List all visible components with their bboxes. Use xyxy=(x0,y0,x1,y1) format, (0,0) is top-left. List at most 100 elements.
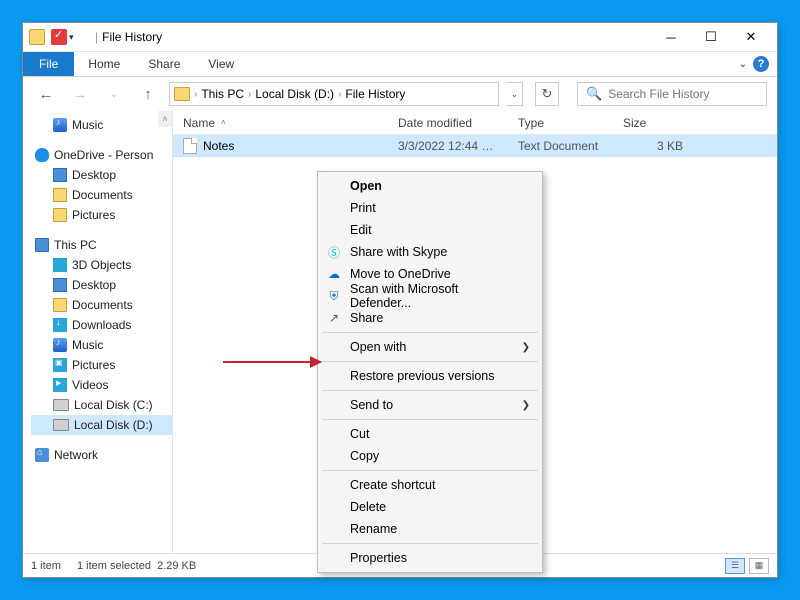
tree-item-pictures[interactable]: Pictures xyxy=(31,355,172,375)
ctx-print[interactable]: Print xyxy=(320,197,540,219)
col-date[interactable]: Date modified xyxy=(388,116,508,130)
tree-label: Desktop xyxy=(72,168,116,182)
search-input[interactable]: 🔍 Search File History xyxy=(577,82,767,106)
music-icon xyxy=(53,118,67,132)
title-bar: ▾ |File History ─ ☐ ✕ xyxy=(23,23,777,51)
status-selected: 1 item selected xyxy=(77,560,151,572)
tree-item-od-pictures[interactable]: Pictures xyxy=(31,205,172,225)
tree-label: OneDrive - Person xyxy=(54,148,153,162)
tree-label: Desktop xyxy=(72,278,116,292)
maximize-button[interactable]: ☐ xyxy=(691,23,731,51)
quick-access-toolbar: ▾ xyxy=(51,29,79,45)
file-size: 3 KB xyxy=(613,139,693,153)
breadcrumb-drive[interactable]: Local Disk (D:) xyxy=(255,87,334,101)
tree-item-od-documents[interactable]: Documents xyxy=(31,185,172,205)
up-button[interactable]: ↑ xyxy=(135,81,161,107)
ribbon-expand-icon[interactable]: ⌄ xyxy=(739,59,747,70)
file-row[interactable]: Notes 3/3/2022 12:44 PM Text Document 3 … xyxy=(173,135,777,157)
tree-item-3dobjects[interactable]: 3D Objects xyxy=(31,255,172,275)
ctx-share-skype[interactable]: ⓈShare with Skype xyxy=(320,241,540,263)
close-button[interactable]: ✕ xyxy=(731,23,771,51)
tree-item-localdisk-d[interactable]: Local Disk (D:) xyxy=(31,415,172,435)
tree-item-thispc[interactable]: This PC xyxy=(31,235,172,255)
tree-scroll-up-icon[interactable]: ˄ xyxy=(158,111,172,127)
ctx-properties[interactable]: Properties xyxy=(320,547,540,569)
col-name[interactable]: Name˄ xyxy=(173,116,388,130)
onedrive-icon xyxy=(35,148,49,162)
qat-properties-icon[interactable] xyxy=(51,29,67,45)
ctx-edit[interactable]: Edit xyxy=(320,219,540,241)
disk-icon xyxy=(53,419,69,431)
address-dropdown-icon[interactable]: ⌄ xyxy=(507,82,523,106)
ctx-open[interactable]: Open xyxy=(320,175,540,197)
breadcrumb-folder[interactable]: File History xyxy=(345,87,405,101)
tree-item-videos[interactable]: Videos xyxy=(31,375,172,395)
chevron-right-icon[interactable]: › xyxy=(338,89,341,100)
tree-label: Local Disk (C:) xyxy=(74,398,153,412)
col-size[interactable]: Size xyxy=(613,116,693,130)
ctx-share[interactable]: ↗Share xyxy=(320,307,540,329)
ctx-delete[interactable]: Delete xyxy=(320,496,540,518)
ctx-rename[interactable]: Rename xyxy=(320,518,540,540)
tree-item-music[interactable]: Music xyxy=(31,115,172,135)
ctx-create-shortcut[interactable]: Create shortcut xyxy=(320,474,540,496)
address-bar-row: ← → ⌄ ↑ › This PC › Local Disk (D:) › Fi… xyxy=(23,77,777,111)
search-icon: 🔍 xyxy=(586,86,602,102)
forward-button[interactable]: → xyxy=(67,81,93,107)
file-type: Text Document xyxy=(508,139,613,153)
folder-icon xyxy=(29,29,45,45)
ctx-send-to[interactable]: Send to❯ xyxy=(320,394,540,416)
help-icon[interactable]: ? xyxy=(753,56,769,72)
tree-item-music[interactable]: Music xyxy=(31,335,172,355)
share-tab[interactable]: Share xyxy=(134,52,194,76)
tree-item-downloads[interactable]: Downloads xyxy=(31,315,172,335)
tree-item-network[interactable]: Network xyxy=(31,445,172,465)
view-tab[interactable]: View xyxy=(194,52,248,76)
ctx-scan-defender[interactable]: ⛨Scan with Microsoft Defender... xyxy=(320,285,540,307)
breadcrumb-thispc[interactable]: This PC xyxy=(201,87,244,101)
tree-label: Local Disk (D:) xyxy=(74,418,153,432)
tree-label: Documents xyxy=(72,188,133,202)
ctx-copy[interactable]: Copy xyxy=(320,445,540,467)
home-tab[interactable]: Home xyxy=(74,52,134,76)
refresh-button[interactable]: ↻ xyxy=(535,82,559,106)
qat-dropdown-icon[interactable]: ▾ xyxy=(69,29,79,45)
tree-label: Music xyxy=(72,338,103,352)
tree-item-documents[interactable]: Documents xyxy=(31,295,172,315)
desktop-icon xyxy=(53,278,67,292)
nav-tree: ˄ Music OneDrive - Person Desktop Docume… xyxy=(23,111,173,553)
tree-label: Music xyxy=(72,118,103,132)
download-icon xyxy=(53,318,67,332)
explorer-window: ▾ |File History ─ ☐ ✕ File Home Share Vi… xyxy=(22,22,778,578)
tree-item-desktop[interactable]: Desktop xyxy=(31,275,172,295)
breadcrumb[interactable]: › This PC › Local Disk (D:) › File Histo… xyxy=(169,82,499,106)
back-button[interactable]: ← xyxy=(33,81,59,107)
context-menu: Open Print Edit ⓈShare with Skype ☁Move … xyxy=(317,171,543,573)
tree-label: This PC xyxy=(54,238,97,252)
chevron-right-icon: ❯ xyxy=(522,400,530,411)
search-placeholder: Search File History xyxy=(608,87,709,101)
ctx-open-with[interactable]: Open with❯ xyxy=(320,336,540,358)
thumbnails-view-button[interactable]: ▦ xyxy=(749,558,769,574)
sort-asc-icon: ˄ xyxy=(221,118,226,127)
ctx-cut[interactable]: Cut xyxy=(320,423,540,445)
file-date: 3/3/2022 12:44 PM xyxy=(388,139,508,153)
tree-label: Downloads xyxy=(72,318,131,332)
recent-dropdown[interactable]: ⌄ xyxy=(101,81,127,107)
details-view-button[interactable]: ☰ xyxy=(725,558,745,574)
chevron-right-icon[interactable]: › xyxy=(248,89,251,100)
status-size: 2.29 KB xyxy=(157,560,196,572)
col-type[interactable]: Type xyxy=(508,116,613,130)
desktop-icon xyxy=(53,168,67,182)
minimize-button[interactable]: ─ xyxy=(651,23,691,51)
tree-item-onedrive[interactable]: OneDrive - Person xyxy=(31,145,172,165)
status-count: 1 item xyxy=(31,560,61,572)
tree-item-localdisk-c[interactable]: Local Disk (C:) xyxy=(31,395,172,415)
chevron-right-icon[interactable]: › xyxy=(194,89,197,100)
music-icon xyxy=(53,338,67,352)
share-icon: ↗ xyxy=(326,310,342,326)
ctx-restore-previous-versions[interactable]: Restore previous versions xyxy=(320,365,540,387)
file-tab[interactable]: File xyxy=(23,52,74,76)
folder-icon xyxy=(53,188,67,202)
tree-item-od-desktop[interactable]: Desktop xyxy=(31,165,172,185)
